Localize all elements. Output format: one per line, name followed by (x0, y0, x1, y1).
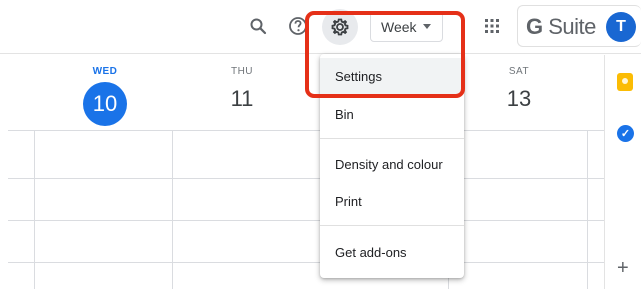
day-number[interactable]: 11 (197, 86, 287, 112)
menu-item-bin[interactable]: Bin (320, 96, 464, 132)
menu-item-get-add-ons[interactable]: Get add-ons (320, 234, 464, 270)
highlight-box (305, 11, 465, 98)
menu-divider (320, 225, 464, 226)
grid-line (172, 130, 173, 289)
avatar[interactable]: T (606, 12, 636, 42)
grid-line (587, 130, 588, 289)
calendar-page: Week G Suite T WED 10 THU 11 SAT 13 ✓ + … (0, 0, 641, 289)
grid-line (8, 220, 604, 221)
day-name: THU (230, 66, 254, 77)
day-name: WED (92, 66, 118, 77)
tasks-icon[interactable]: ✓ (617, 125, 634, 142)
add-icon[interactable]: + (617, 258, 629, 278)
search-button[interactable] (244, 12, 272, 40)
keep-icon[interactable] (617, 73, 633, 91)
day-number-today[interactable]: 10 (83, 82, 127, 126)
search-icon (250, 18, 267, 35)
menu-item-print[interactable]: Print (320, 183, 464, 219)
menu-item-density-and-colour[interactable]: Density and colour (320, 146, 464, 182)
menu-divider (320, 138, 464, 139)
day-number[interactable]: 13 (474, 86, 564, 112)
grid-line (8, 178, 604, 179)
day-header-sat[interactable]: SAT 13 (474, 66, 564, 112)
gsuite-logo: G Suite (526, 14, 596, 39)
day-name: SAT (508, 66, 530, 77)
day-header-thu[interactable]: THU 11 (197, 66, 287, 112)
side-panel: ✓ + (604, 55, 641, 289)
day-header-wed[interactable]: WED 10 (60, 66, 150, 126)
apps-button[interactable] (478, 12, 506, 40)
account-area[interactable]: G Suite T (517, 5, 641, 47)
apps-grid-icon (485, 19, 499, 33)
grid-line (8, 262, 604, 263)
grid-line (8, 130, 604, 131)
grid-line (34, 130, 35, 289)
